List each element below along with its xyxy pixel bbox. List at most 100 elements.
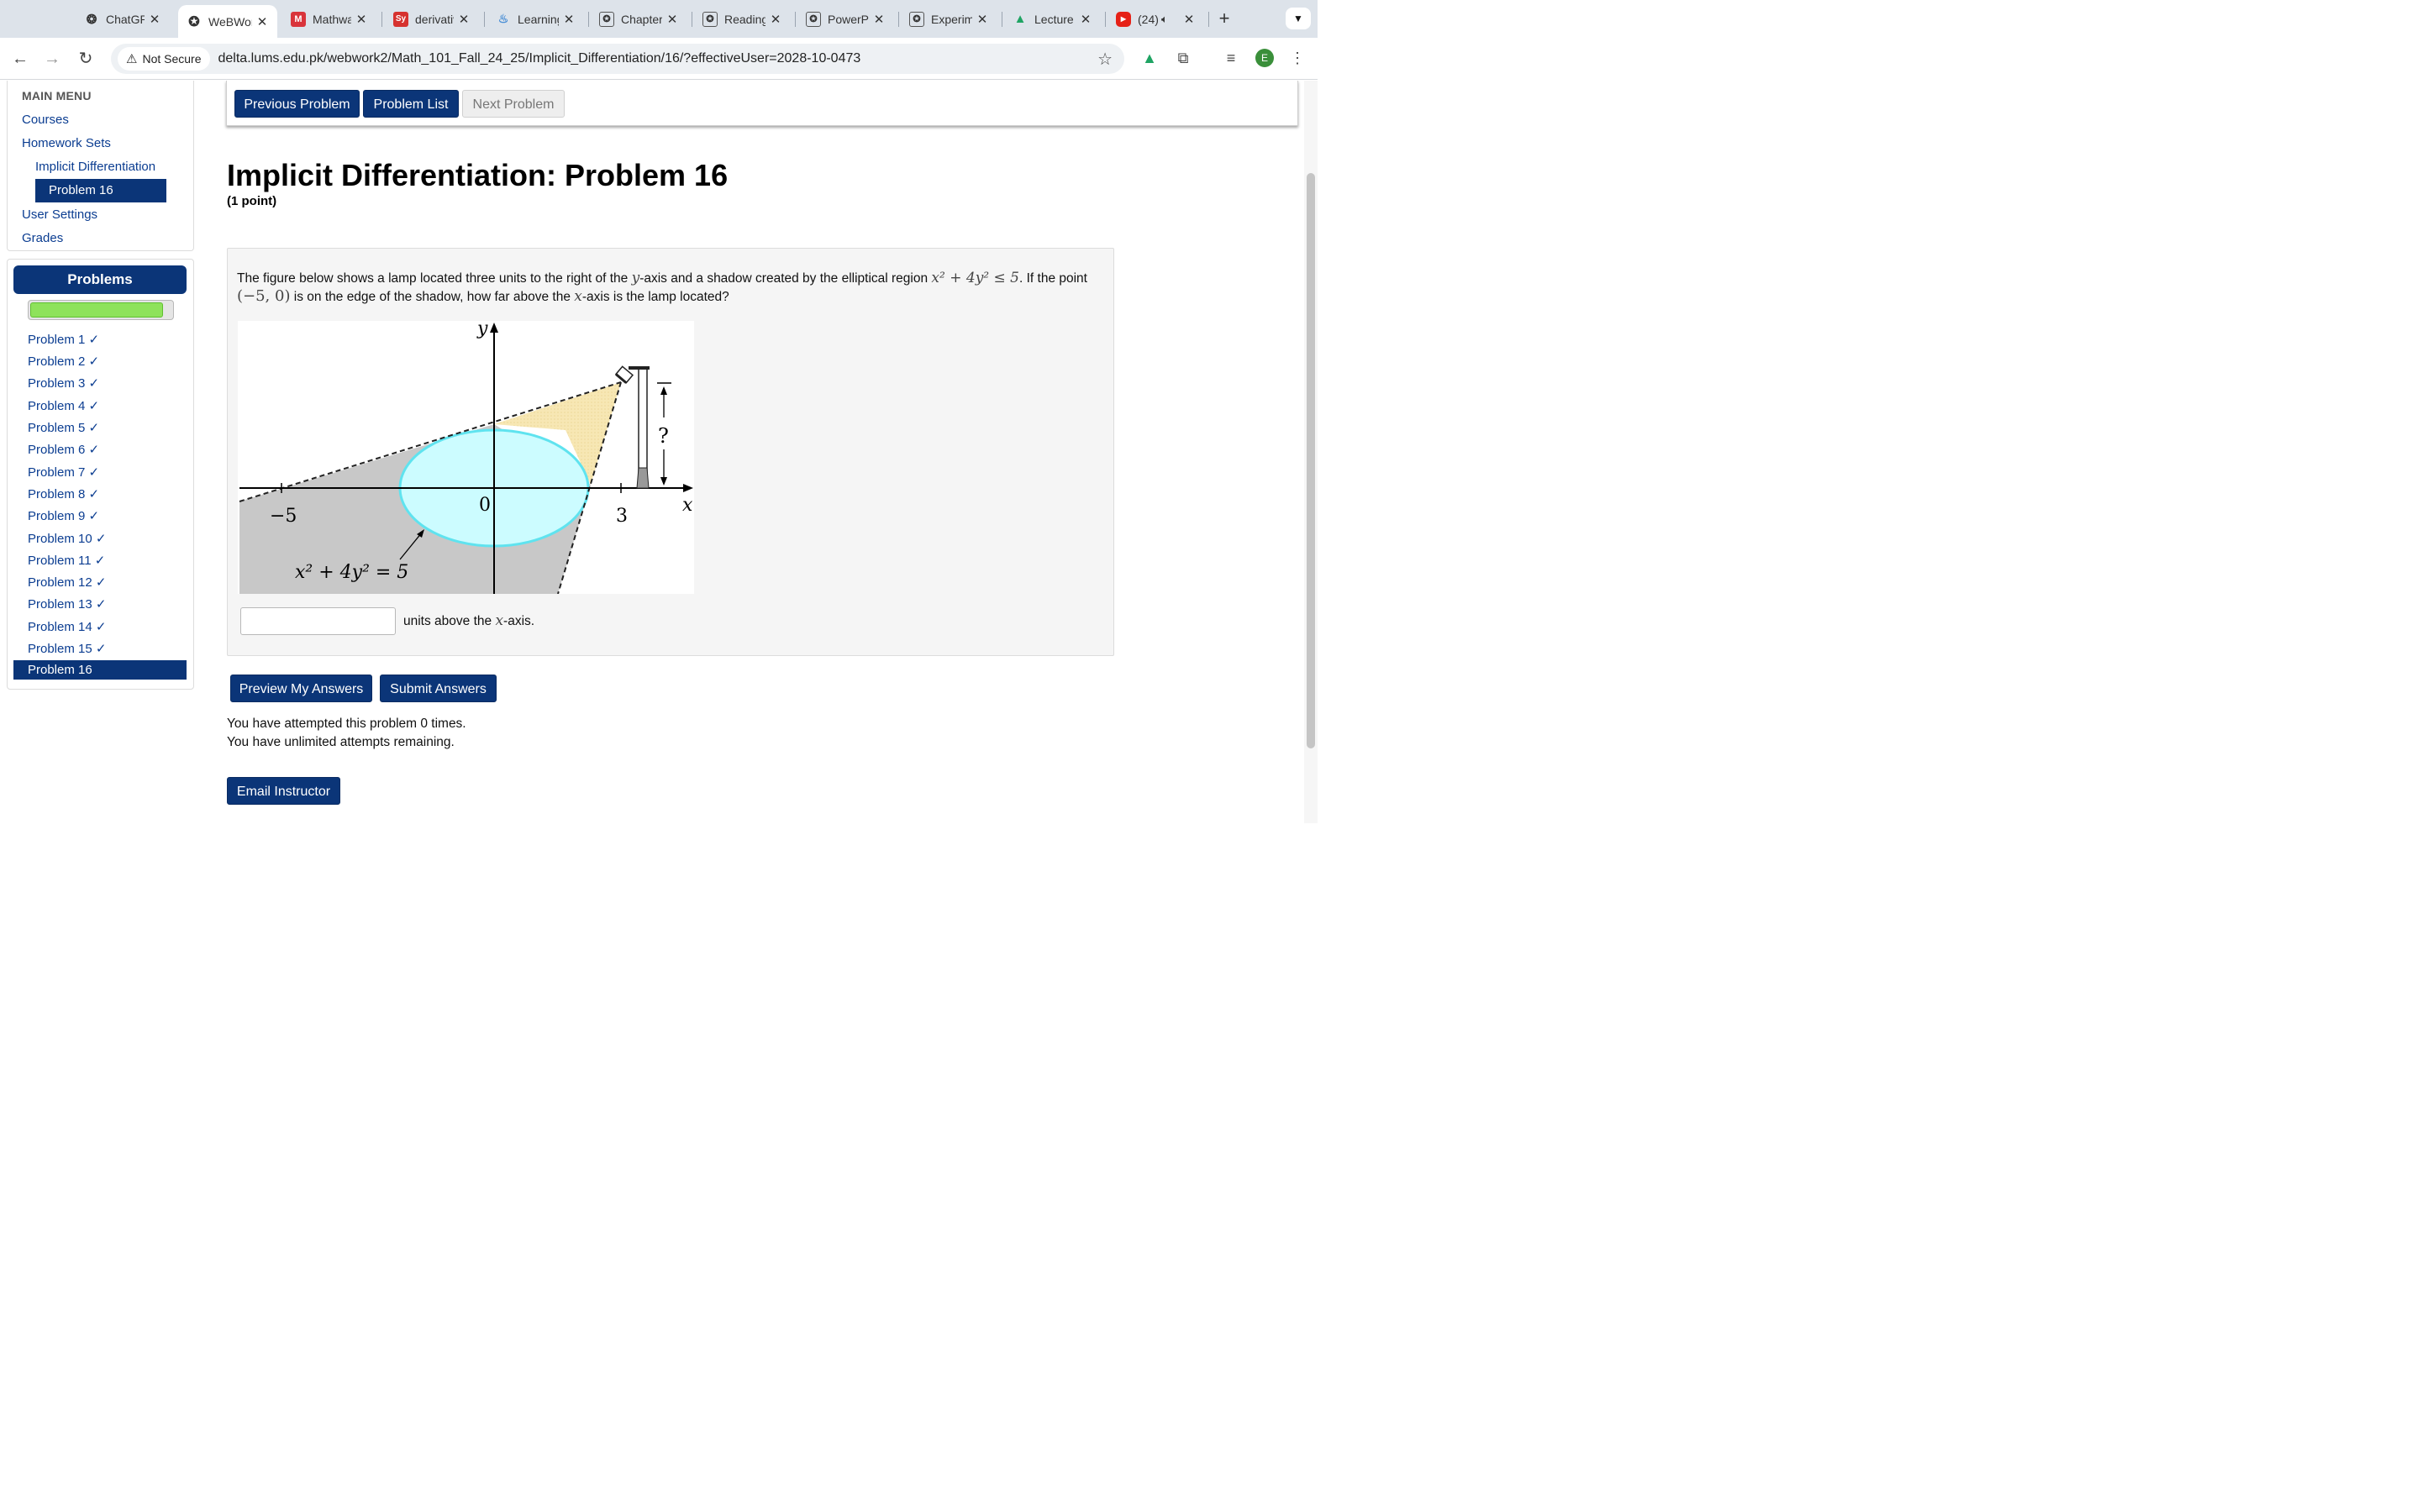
problem-link[interactable]: Problem 10 ✓ [28,531,106,546]
tab-separator [898,12,899,27]
main-menu: MAIN MENU Courses Homework Sets Implicit… [7,81,194,251]
progress-fill [30,302,163,318]
more-menu-icon[interactable]: ⋮ [1286,46,1309,70]
warning-icon: ⚠ [126,52,138,66]
problem-link[interactable]: Problem 3 ✓ [28,375,99,391]
close-icon[interactable]: ✕ [1079,12,1092,27]
tab-youtube[interactable]: ▶ (24) 🔈︎ ✕ [1107,7,1204,31]
problem-nav-bar: Previous Problem Problem List Next Probl… [226,81,1298,126]
problem-link-active[interactable]: Problem 16 [13,660,187,680]
bookmark-star-icon[interactable]: ☆ [1097,49,1113,70]
tab-search-button[interactable]: ▼ [1286,8,1311,29]
tab-separator [381,12,382,27]
tab-chatgpt[interactable]: ❂ ChatGPT ✕ [76,7,170,31]
user-settings-link[interactable]: User Settings [22,207,97,222]
current-set-link[interactable]: Implicit Differentiation [35,160,155,174]
attempts-remaining: You have unlimited attempts remaining. [227,735,455,749]
url-text[interactable]: delta.lums.edu.pk/webwork2/Math_101_Fall… [218,51,861,66]
webwork-icon: ✪ [702,11,718,27]
drive-extension-icon[interactable]: ▲ [1138,46,1161,70]
problem-link[interactable]: Problem 14 ✓ [28,619,106,634]
close-icon[interactable]: ✕ [769,12,782,27]
extensions-puzzle-icon[interactable]: ⧉ [1171,46,1195,70]
preview-answers-button[interactable]: Preview My Answers [230,675,372,702]
problem-link[interactable]: Problem 4 ✓ [28,398,99,413]
close-icon[interactable]: ✕ [1182,12,1196,27]
youtube-icon: ▶ [1116,11,1131,27]
tab-title: Experiment [931,12,972,26]
tab-separator [1208,12,1209,27]
tab-learning[interactable]: ♨ Learning ✕ [487,7,584,31]
close-icon[interactable]: ✕ [148,12,161,27]
attempts-status: You have attempted this problem 0 times. [227,717,466,731]
tick-label-0: 0 [479,495,491,516]
tab-powerpoint[interactable]: ✪ PowerPoint ✕ [797,7,894,31]
media-queue-icon[interactable]: ≡ [1219,46,1243,70]
problem-link[interactable]: Problem 8 ✓ [28,486,99,501]
tab-title: Chapter [621,12,662,26]
email-instructor-button[interactable]: Email Instructor [227,777,340,805]
problem-link[interactable]: Problem 11 ✓ [28,553,105,568]
problem-link[interactable]: Problem 6 ✓ [28,442,99,457]
problem-link[interactable]: Problem 2 ✓ [28,354,99,369]
tab-separator [795,12,796,27]
security-label: Not Secure [142,52,202,66]
close-icon[interactable]: ✕ [976,12,989,27]
courses-link[interactable]: Courses [22,113,69,127]
scrollbar-thumb[interactable] [1307,173,1315,748]
back-button[interactable]: ← [8,46,33,71]
close-icon[interactable]: ✕ [457,12,471,27]
tab-title: Learning [518,12,559,26]
main-menu-heading: MAIN MENU [22,89,92,102]
close-icon[interactable]: ✕ [255,14,269,29]
problem-link[interactable]: Problem 13 ✓ [28,596,106,612]
tab-mathway[interactable]: M Mathway ✕ [282,7,376,31]
avatar[interactable]: E [1255,49,1274,67]
math-var: x [495,612,504,629]
address-bar[interactable]: ⚠ Not Secure delta.lums.edu.pk/webwork2/… [111,44,1124,74]
math-inequality: x² + 4y² ≤ 5 [931,270,1019,286]
tab-chapter[interactable]: ✪ Chapter ✕ [591,7,687,31]
chevron-down-icon: ▼ [1293,13,1303,24]
problem-link[interactable]: Problem 5 ✓ [28,420,99,435]
problem-link[interactable]: Problem 1 ✓ [28,332,99,347]
problem-link[interactable]: Problem 12 ✓ [28,575,106,590]
current-problem-link[interactable]: Problem 16 [35,179,166,202]
close-icon[interactable]: ✕ [872,12,886,27]
problem-link[interactable]: Problem 15 ✓ [28,641,106,656]
close-icon[interactable]: ✕ [355,12,368,27]
answer-suffix-text: -axis. [503,614,535,628]
forward-button[interactable]: → [39,46,65,71]
reload-button[interactable]: ↻ [73,46,98,71]
answer-input[interactable] [240,607,396,635]
tab-experiment[interactable]: ✪ Experiment ✕ [901,7,997,31]
tab-derivatives[interactable]: Sy derivatives ✕ [385,7,479,31]
tab-bar: ❂ ChatGPT ✕ ✪ WeBWorK ✕ M Mathway ✕ Sy d… [0,0,1318,38]
security-chip[interactable]: ⚠ Not Secure [118,47,210,71]
next-problem-button[interactable]: Next Problem [462,90,565,118]
tab-lecture[interactable]: ▲ Lecture ✕ [1004,7,1101,31]
problem-link[interactable]: Problem 7 ✓ [28,465,99,480]
grades-link[interactable]: Grades [22,231,63,245]
close-icon[interactable]: ✕ [666,12,679,27]
speaker-icon[interactable]: 🔈︎ [1161,13,1168,26]
close-icon[interactable]: ✕ [562,12,576,27]
problem-link[interactable]: Problem 9 ✓ [28,508,99,523]
problem-text: -axis and a shadow created by the ellipt… [639,271,932,286]
tab-title: WeBWorK [208,14,252,29]
homework-sets-link[interactable]: Homework Sets [22,136,111,150]
problem-text: . If the point [1018,271,1087,286]
problems-heading: Problems [13,265,187,294]
dimension-arrow-down [660,477,667,486]
tab-reading[interactable]: ✪ Reading ✕ [694,7,791,31]
answer-suffix-text: units above the [403,614,496,628]
problem-list-button[interactable]: Problem List [363,90,459,118]
previous-problem-button[interactable]: Previous Problem [234,90,360,118]
problem-points: (1 point) [227,194,277,208]
submit-answers-button[interactable]: Submit Answers [380,675,497,702]
symbolab-icon: Sy [393,11,408,27]
tab-webwork[interactable]: ✪ WeBWorK ✕ [178,5,277,38]
scrollbar[interactable] [1304,81,1318,823]
lamp-post [638,367,648,478]
new-tab-button[interactable]: + [1213,7,1235,30]
